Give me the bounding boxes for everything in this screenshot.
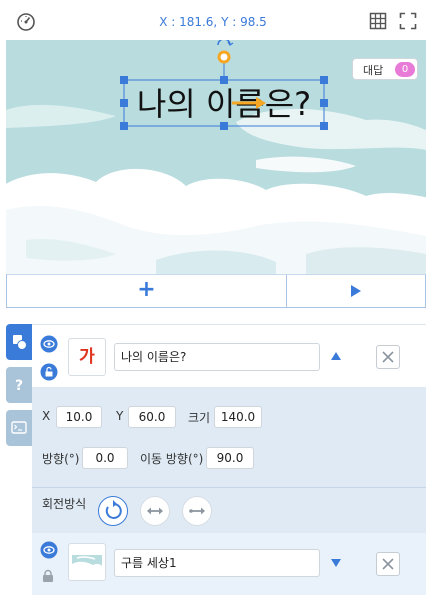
object-properties: X 10.0 Y 60.0 크기 140.0 방향(°) 0.0 이동 방향(°… bbox=[32, 387, 426, 487]
app-root: X : 181.6, Y : 98.5 대답 0 나의 이름은? + ? 가 나… bbox=[0, 0, 426, 595]
rotate-horizontal-button[interactable] bbox=[140, 496, 170, 526]
direction-label: 방향(°) bbox=[42, 452, 80, 466]
delete-object-button[interactable] bbox=[376, 345, 400, 369]
object-panel: 가 나의 이름은? X 10.0 Y 60.0 크기 140.0 방향(°) 0… bbox=[32, 324, 426, 595]
y-label: Y bbox=[116, 409, 124, 423]
text-object-thumb-label: 가 bbox=[79, 347, 95, 367]
object-row-text[interactable]: 가 나의 이름은? bbox=[32, 325, 426, 387]
size-field[interactable]: 140.0 bbox=[214, 406, 262, 428]
rotate-free-button[interactable] bbox=[98, 496, 128, 526]
move-direction-label: 이동 방향(°) bbox=[140, 452, 204, 466]
object-thumbnail bbox=[68, 543, 106, 581]
delete-object-button[interactable] bbox=[376, 552, 400, 576]
fullscreen-icon[interactable] bbox=[399, 12, 417, 30]
rotation-method: 회전방식 bbox=[32, 487, 426, 533]
svg-text:?: ? bbox=[15, 378, 23, 394]
no-rotate-icon bbox=[189, 507, 205, 515]
object-name-field[interactable]: 구름 세상1 bbox=[114, 549, 320, 577]
rotate-free-icon bbox=[105, 500, 122, 519]
direction-field[interactable]: 0.0 bbox=[82, 447, 128, 469]
stage-toolbar: X : 181.6, Y : 98.5 bbox=[0, 0, 426, 40]
stage-canvas[interactable]: 대답 0 나의 이름은? bbox=[6, 40, 426, 274]
unlock-icon[interactable] bbox=[40, 363, 58, 381]
close-icon bbox=[382, 351, 394, 363]
console-tab-icon bbox=[11, 421, 27, 434]
tab-objects[interactable] bbox=[6, 324, 32, 360]
visibility-eye-icon[interactable] bbox=[40, 335, 58, 353]
play-icon bbox=[351, 285, 361, 297]
selection-handles[interactable] bbox=[114, 40, 344, 140]
flip-horizontal-icon bbox=[147, 507, 163, 515]
objects-tab-icon bbox=[13, 335, 27, 350]
rotation-method-label: 회전방식 bbox=[42, 497, 87, 511]
add-object-button[interactable]: + bbox=[7, 275, 287, 307]
object-row-cloud[interactable]: 구름 세상1 bbox=[32, 533, 426, 595]
help-tab-icon: ? bbox=[15, 378, 23, 394]
stage-controls: + bbox=[6, 274, 426, 308]
lock-icon[interactable] bbox=[41, 569, 55, 583]
answer-label: 대답 bbox=[363, 64, 384, 77]
run-button[interactable] bbox=[287, 275, 425, 307]
move-direction-field[interactable]: 90.0 bbox=[206, 447, 254, 469]
tab-console[interactable] bbox=[6, 410, 32, 446]
grid-icon[interactable] bbox=[369, 12, 387, 30]
object-name-field[interactable]: 나의 이름은? bbox=[114, 343, 320, 371]
y-field[interactable]: 60.0 bbox=[128, 406, 176, 428]
object-thumbnail: 가 bbox=[68, 338, 106, 376]
size-label: 크기 bbox=[188, 411, 211, 425]
collapse-caret-icon[interactable] bbox=[330, 351, 342, 361]
close-icon bbox=[382, 558, 394, 570]
x-field[interactable]: 10.0 bbox=[56, 406, 102, 428]
answer-count: 0 bbox=[395, 62, 415, 77]
expand-caret-icon[interactable] bbox=[330, 558, 342, 568]
x-label: X bbox=[42, 409, 51, 423]
visibility-eye-icon[interactable] bbox=[40, 541, 58, 559]
rotate-none-button[interactable] bbox=[182, 496, 212, 526]
plus-icon: + bbox=[137, 277, 156, 302]
answer-variable-badge[interactable]: 대답 0 bbox=[352, 58, 418, 80]
tab-help[interactable]: ? bbox=[6, 367, 32, 403]
cloud-thumbnail bbox=[72, 555, 102, 569]
mouse-coordinates: X : 181.6, Y : 98.5 bbox=[159, 15, 267, 29]
